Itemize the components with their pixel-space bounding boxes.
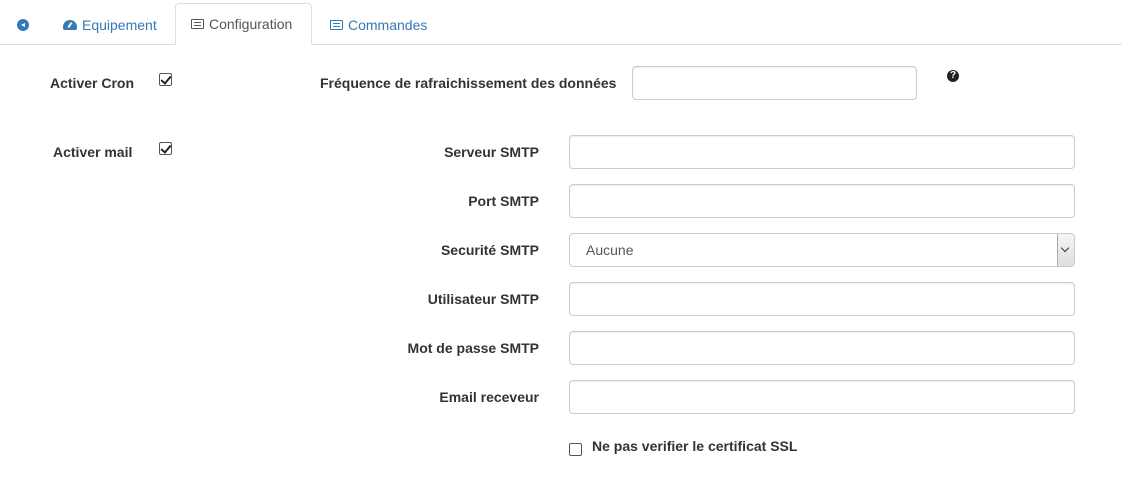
smtp-server-label: Serveur SMTP — [444, 144, 539, 160]
tab-commandes[interactable]: Commandes — [330, 4, 427, 45]
email-receiver-label: Email receveur — [439, 389, 539, 405]
back-arrow-icon[interactable] — [17, 19, 29, 31]
tab-bar: Equipement Configuration Commandes — [0, 0, 1122, 45]
cron-label: Activer Cron — [50, 75, 135, 91]
mail-label: Activer mail — [53, 144, 133, 160]
email-receiver-input[interactable] — [569, 380, 1075, 414]
smtp-password-label: Mot de passe SMTP — [407, 340, 539, 356]
chevron-down-icon[interactable] — [1057, 234, 1074, 266]
cron-checkbox[interactable] — [159, 73, 172, 86]
smtp-user-input[interactable] — [569, 282, 1075, 316]
tab-equipement[interactable]: Equipement — [63, 4, 157, 45]
smtp-port-label: Port SMTP — [468, 193, 539, 209]
ssl-label: Ne pas verifier le certificat SSL — [592, 438, 798, 454]
tab-configuration[interactable]: Configuration — [175, 3, 312, 45]
smtp-security-label: Securité SMTP — [440, 242, 539, 258]
ssl-checkbox[interactable] — [569, 443, 582, 456]
smtp-security-value: Aucune — [586, 242, 634, 258]
list-alt-icon — [191, 19, 204, 29]
question-circle-icon[interactable]: ? — [947, 70, 959, 82]
tachometer-icon — [63, 19, 77, 30]
smtp-security-select[interactable]: Aucune — [569, 233, 1075, 267]
mail-checkbox[interactable] — [159, 142, 172, 155]
smtp-server-input[interactable] — [569, 135, 1075, 169]
list-alt-icon — [330, 19, 343, 30]
tab-equipement-label: Equipement — [82, 16, 157, 33]
frequency-label: Fréquence de rafraichissement des donnée… — [320, 75, 617, 91]
smtp-password-input[interactable] — [569, 331, 1075, 365]
frequency-input[interactable] — [632, 66, 917, 100]
tab-commandes-label: Commandes — [348, 16, 428, 33]
smtp-user-label: Utilisateur SMTP — [427, 291, 539, 307]
tab-configuration-label: Configuration — [209, 16, 293, 32]
smtp-port-input[interactable] — [569, 184, 1075, 218]
